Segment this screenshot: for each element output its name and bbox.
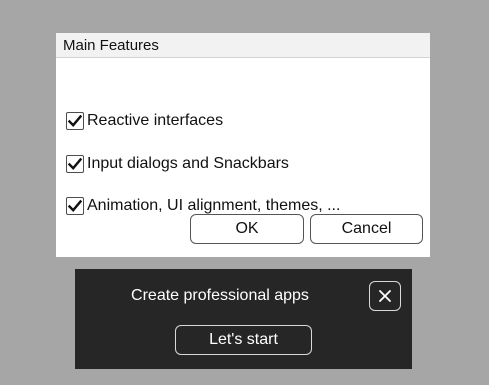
snackbar-close-button[interactable] xyxy=(369,281,401,311)
snackbar: Create professional apps Let's start xyxy=(75,269,412,369)
ok-button[interactable]: OK xyxy=(190,214,304,244)
feature-input-dialogs[interactable]: Input dialogs and Snackbars xyxy=(66,154,289,174)
main-features-dialog: Main Features Reactive interfaces Input … xyxy=(56,33,430,257)
feature-checkbox[interactable] xyxy=(66,112,84,130)
feature-label: Animation, UI alignment, themes, ... xyxy=(87,197,341,214)
lets-start-button[interactable]: Let's start xyxy=(175,325,312,355)
feature-label: Input dialogs and Snackbars xyxy=(87,155,289,172)
feature-reactive-interfaces[interactable]: Reactive interfaces xyxy=(66,111,223,131)
close-icon xyxy=(379,290,391,302)
feature-checkbox[interactable] xyxy=(66,197,84,215)
checkmark-icon xyxy=(67,199,83,212)
dialog-title: Main Features xyxy=(56,33,430,58)
checkmark-icon xyxy=(67,157,83,170)
feature-checkbox[interactable] xyxy=(66,155,84,173)
feature-animation-themes[interactable]: Animation, UI alignment, themes, ... xyxy=(66,196,340,216)
checkmark-icon xyxy=(67,114,83,127)
feature-label: Reactive interfaces xyxy=(87,112,224,129)
cancel-button[interactable]: Cancel xyxy=(310,214,423,244)
snackbar-message: Create professional apps xyxy=(131,287,309,304)
